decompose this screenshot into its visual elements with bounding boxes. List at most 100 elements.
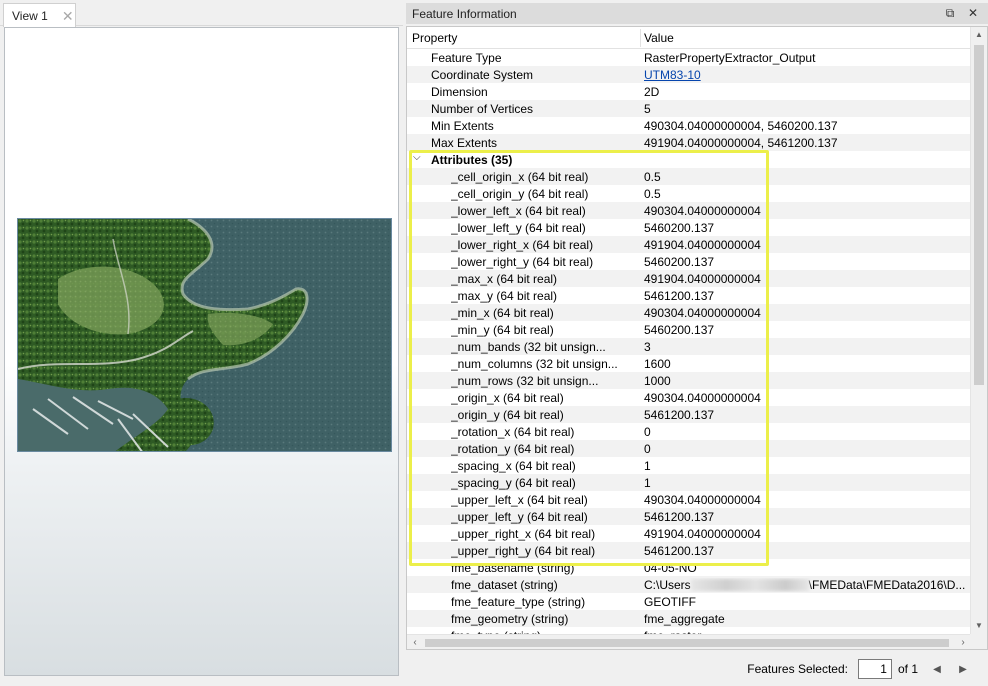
scroll-left-arrow-icon[interactable]: ‹ — [407, 635, 423, 649]
table-row[interactable]: fme_dataset (string) C:\Users \FMEData\FME… — [407, 576, 971, 593]
property-name: _min_y (64 bit real) — [451, 323, 554, 337]
table-row[interactable]: _rotation_x (64 bit real) 0 — [407, 423, 971, 440]
table-row[interactable]: _lower_right_x (64 bit real) 491904.04000… — [407, 236, 971, 253]
map-canvas[interactable] — [4, 27, 399, 676]
property-name: _min_x (64 bit real) — [451, 306, 554, 320]
horizontal-scrollbar[interactable]: ‹ › — [407, 634, 971, 649]
table-row[interactable]: _upper_left_x (64 bit real) 490304.040000… — [407, 491, 971, 508]
property-name: Dimension — [431, 85, 488, 99]
table-row[interactable]: _upper_right_y (64 bit real) 5461200.137 — [407, 542, 971, 559]
property-name: fme_basename (string) — [451, 561, 575, 575]
property-name: _max_y (64 bit real) — [451, 289, 558, 303]
property-value: 0.5 — [644, 187, 661, 201]
table-row[interactable]: _origin_x (64 bit real) 490304.0400000000… — [407, 389, 971, 406]
page-total-label: of 1 — [897, 662, 918, 676]
property-value: 490304.04000000004 — [644, 204, 761, 218]
property-value: 491904.04000000004 — [644, 272, 761, 286]
raster-aerial-image[interactable] — [17, 218, 392, 452]
property-name: _spacing_y (64 bit real) — [451, 476, 576, 490]
table-row[interactable]: _upper_left_y (64 bit real) 5461200.137 — [407, 508, 971, 525]
property-name: _rotation_y (64 bit real) — [451, 442, 575, 456]
page-number-input[interactable] — [857, 659, 892, 679]
view-panel: View 1 ✕ — [0, 0, 403, 686]
property-value: 0 — [644, 425, 651, 439]
property-name: _lower_left_y (64 bit real) — [451, 221, 586, 235]
column-divider[interactable] — [640, 29, 641, 47]
property-value: 490304.04000000004, 5460200.137 — [644, 119, 838, 133]
table-row[interactable]: _upper_right_x (64 bit real) 491904.04000… — [407, 525, 971, 542]
table-row[interactable]: _min_y (64 bit real) 5460200.137 — [407, 321, 971, 338]
table-row[interactable]: _origin_y (64 bit real) 5461200.137 — [407, 406, 971, 423]
table-row[interactable]: fme_basename (string) 04-05-NO — [407, 559, 971, 576]
property-name: _origin_y (64 bit real) — [451, 408, 564, 422]
next-feature-icon[interactable]: ▶ — [956, 664, 970, 675]
property-name: fme_feature_type (string) — [451, 595, 586, 609]
table-row[interactable]: _max_x (64 bit real) 491904.04000000004 — [407, 270, 971, 287]
panel-header: Feature Information ⧉ ✕ — [406, 3, 988, 24]
table-row[interactable]: _lower_right_y (64 bit real) 5460200.137 — [407, 253, 971, 270]
float-window-icon[interactable]: ⧉ — [943, 5, 957, 21]
property-value: 490304.04000000004 — [644, 391, 761, 405]
table-row[interactable]: fme_feature_type (string) GEOTIFF — [407, 593, 971, 610]
property-name: _cell_origin_y (64 bit real) — [451, 187, 589, 201]
vertical-scroll-thumb[interactable] — [974, 45, 984, 385]
view-tab-bar: View 1 ✕ — [0, 0, 403, 27]
table-row[interactable]: Dimension 2D — [407, 83, 971, 100]
property-name: _lower_left_x (64 bit real) — [451, 204, 586, 218]
column-header-value[interactable]: Value — [644, 31, 674, 45]
table-row[interactable]: fme_type (string)fme_raster — [407, 627, 971, 634]
table-row[interactable]: Coordinate System UTM83-10 — [407, 66, 971, 83]
property-name: fme_geometry (string) — [451, 612, 569, 626]
attributes-group-row[interactable]: ⌵ Attributes (35) — [407, 151, 971, 168]
property-name: Min Extents — [431, 119, 494, 133]
table-row[interactable]: Max Extents 491904.04000000004, 5461200.1… — [407, 134, 971, 151]
table-row[interactable]: _lower_left_x (64 bit real) 490304.040000… — [407, 202, 971, 219]
property-name: Feature Type — [431, 51, 502, 65]
previous-feature-icon[interactable]: ◀ — [930, 664, 944, 675]
collapse-chevron-icon[interactable]: ⌵ — [413, 152, 421, 163]
property-name: _max_x (64 bit real) — [451, 272, 558, 286]
coordinate-system-link[interactable]: UTM83-10 — [644, 68, 970, 82]
property-value: 490304.04000000004 — [644, 493, 761, 507]
close-icon[interactable]: ✕ — [62, 9, 74, 23]
horizontal-scroll-thumb[interactable] — [425, 639, 949, 647]
table-row[interactable]: _cell_origin_y (64 bit real) 0.5 — [407, 185, 971, 202]
property-value: 1000 — [644, 374, 671, 388]
column-header-property[interactable]: Property — [412, 31, 457, 45]
table-row[interactable]: Number of Vertices 5 — [407, 100, 971, 117]
property-value: 5460200.137 — [644, 323, 715, 337]
table-row[interactable]: _spacing_x (64 bit real) 1 — [407, 457, 971, 474]
value-suffix: \FMEData\FMEData2016\D... — [808, 578, 966, 592]
property-name: _spacing_x (64 bit real) — [451, 459, 576, 473]
table-row[interactable]: _min_x (64 bit real) 490304.04000000004 — [407, 304, 971, 321]
scroll-down-arrow-icon[interactable]: ▼ — [971, 618, 987, 634]
property-value: 3 — [644, 340, 651, 354]
tab-view-1[interactable]: View 1 ✕ — [3, 3, 76, 27]
table-row[interactable]: _rotation_y (64 bit real) 0 — [407, 440, 971, 457]
scroll-up-arrow-icon[interactable]: ▲ — [971, 27, 987, 43]
table-row[interactable]: Feature Type RasterPropertyExtractor_Outp… — [407, 49, 971, 66]
vertical-scrollbar[interactable]: ▲ ▼ — [970, 27, 987, 634]
table-row[interactable]: _lower_left_y (64 bit real) 5460200.137 — [407, 219, 971, 236]
table-row[interactable]: _cell_origin_x (64 bit real) 0.5 — [407, 168, 971, 185]
table-row[interactable]: _max_y (64 bit real) 5461200.137 — [407, 287, 971, 304]
property-value: 490304.04000000004 — [644, 306, 761, 320]
tab-label: View 1 — [12, 8, 48, 23]
table-row[interactable]: Min Extents 490304.04000000004, 5460200.1… — [407, 117, 971, 134]
property-name: _rotation_x (64 bit real) — [451, 425, 575, 439]
aerial-image-graphic — [18, 219, 391, 451]
property-name: _upper_left_x (64 bit real) — [451, 493, 588, 507]
scroll-right-arrow-icon[interactable]: › — [955, 635, 971, 649]
table-row[interactable]: _num_rows (32 bit unsign... 1000 — [407, 372, 971, 389]
table-row[interactable]: fme_geometry (string) fme_aggregate — [407, 610, 971, 627]
value-prefix: C:\Users — [644, 578, 691, 592]
panel-footer: Features Selected: of 1 ◀ ▶ — [406, 655, 988, 683]
close-icon[interactable]: ✕ — [966, 5, 980, 21]
redacted-path-segment — [690, 579, 809, 591]
property-name: _num_bands (32 bit unsign... — [451, 340, 606, 354]
property-name: Attributes (35) — [431, 153, 513, 167]
table-row[interactable]: _num_bands (32 bit unsign... 3 — [407, 338, 971, 355]
panel-title: Feature Information — [412, 6, 517, 21]
table-row[interactable]: _num_columns (32 bit unsign... 1600 — [407, 355, 971, 372]
table-row[interactable]: _spacing_y (64 bit real) 1 — [407, 474, 971, 491]
